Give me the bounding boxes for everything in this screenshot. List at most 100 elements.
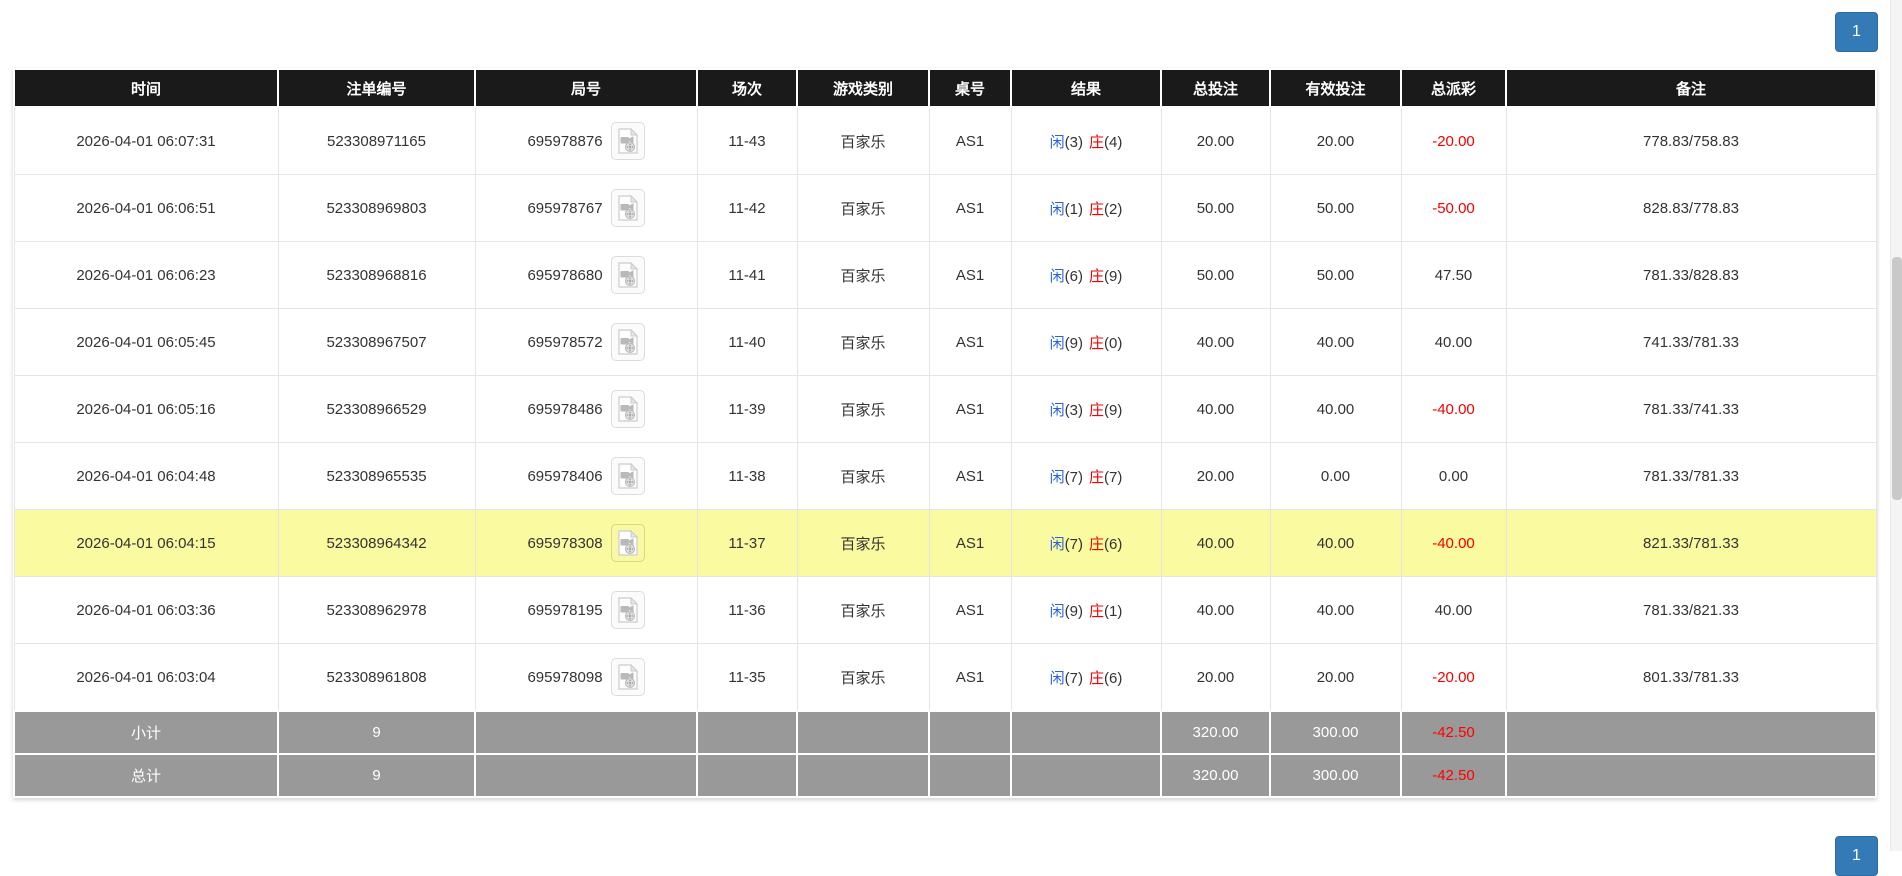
cell-time: 2026-04-01 06:06:51	[13, 174, 279, 242]
cell-valid-bet: 40.00	[1269, 308, 1402, 376]
cell-game-type: 百家乐	[796, 576, 930, 644]
col-header-round: 局号	[474, 68, 698, 108]
video-file-icon	[617, 329, 638, 355]
cell-total-bet: 40.00	[1160, 509, 1271, 577]
cell-remark: 781.33/781.33	[1505, 442, 1877, 510]
cell-table-no: AS1	[928, 375, 1012, 443]
cell-round: 695978195	[474, 576, 698, 644]
cell-table-no: AS1	[928, 106, 1012, 175]
result-banker-score: (9)	[1104, 267, 1123, 285]
video-replay-button[interactable]	[610, 256, 645, 294]
result-banker-label: 庄	[1089, 334, 1105, 352]
result-player-score: (7)	[1064, 669, 1083, 687]
cell-result: 闲(1) 庄(2)	[1010, 174, 1162, 242]
round-number: 695978486	[527, 400, 603, 418]
cell-valid-bet: 0.00	[1269, 442, 1402, 510]
result-banker-label: 庄	[1089, 267, 1105, 285]
video-file-icon	[617, 396, 638, 422]
result-player-label: 闲	[1049, 334, 1065, 352]
cell-table-no: AS1	[928, 509, 1012, 577]
total-empty-result	[1010, 753, 1162, 798]
table-body: 2026-04-01 06:07:31 523308971165 6959788…	[13, 106, 1877, 798]
cell-game-type: 百家乐	[796, 308, 930, 376]
total-row: 总计 9 320.00 300.00 -42.50	[13, 753, 1877, 798]
video-replay-button[interactable]	[610, 189, 645, 227]
result-player-score: (9)	[1064, 334, 1083, 352]
result-player-label: 闲	[1049, 267, 1065, 285]
cell-bet-id: 523308971165	[277, 106, 476, 175]
result-player-score: (7)	[1064, 468, 1083, 486]
cell-bet-id: 523308965535	[277, 442, 476, 510]
cell-bet-id: 523308966529	[277, 375, 476, 443]
video-replay-button[interactable]	[610, 323, 645, 361]
cell-round: 695978876	[474, 106, 698, 175]
total-valid-bet: 300.00	[1269, 753, 1402, 798]
result-player-score: (6)	[1064, 267, 1083, 285]
table-row: 2026-04-01 06:05:16 523308966529 6959784…	[13, 375, 1877, 443]
cell-payout: 40.00	[1400, 308, 1507, 376]
table-header: 时间 注单编号 局号 场次 游戏类别 桌号 结果 总投注 有效投注 总派彩 备注	[13, 68, 1877, 108]
subtotal-total-bet: 320.00	[1160, 710, 1271, 755]
result-player-label: 闲	[1049, 401, 1065, 419]
subtotal-empty-table-no	[928, 710, 1012, 755]
cell-total-bet: 50.00	[1160, 174, 1271, 242]
scrollbar-track[interactable]	[1890, 0, 1902, 851]
col-header-payout: 总派彩	[1400, 68, 1507, 108]
cell-remark: 801.33/781.33	[1505, 643, 1877, 712]
subtotal-empty-result	[1010, 710, 1162, 755]
cell-round: 695978767	[474, 174, 698, 242]
col-header-result: 结果	[1010, 68, 1162, 108]
col-header-game-type: 游戏类别	[796, 68, 930, 108]
result-banker-label: 庄	[1089, 200, 1105, 218]
video-replay-button[interactable]	[610, 122, 645, 160]
scrollbar-thumb[interactable]	[1892, 257, 1902, 500]
page-1-button-bottom[interactable]: 1	[1835, 836, 1878, 876]
cell-total-bet: 20.00	[1160, 442, 1271, 510]
cell-session: 11-40	[696, 308, 798, 376]
cell-result: 闲(7) 庄(7)	[1010, 442, 1162, 510]
subtotal-empty-remark	[1505, 710, 1877, 755]
subtotal-payout: -42.50	[1400, 710, 1507, 755]
cell-table-no: AS1	[928, 308, 1012, 376]
video-replay-button[interactable]	[610, 457, 645, 495]
page-1-button[interactable]: 1	[1835, 12, 1878, 52]
col-header-remark: 备注	[1505, 68, 1877, 108]
round-number: 695978195	[527, 601, 603, 619]
cell-time: 2026-04-01 06:05:16	[13, 375, 279, 443]
cell-payout: -40.00	[1400, 509, 1507, 577]
result-player-score: (3)	[1064, 133, 1083, 151]
round-number: 695978767	[527, 199, 603, 217]
video-file-icon	[617, 664, 638, 690]
cell-payout: 0.00	[1400, 442, 1507, 510]
cell-game-type: 百家乐	[796, 442, 930, 510]
cell-time: 2026-04-01 06:03:04	[13, 643, 279, 712]
total-label: 总计	[13, 753, 279, 798]
video-replay-button[interactable]	[610, 390, 645, 428]
cell-session: 11-42	[696, 174, 798, 242]
video-file-icon	[617, 128, 638, 154]
video-replay-button[interactable]	[610, 524, 645, 562]
pagination-top: 1	[1835, 12, 1878, 52]
video-replay-button[interactable]	[610, 591, 645, 629]
cell-result: 闲(6) 庄(9)	[1010, 241, 1162, 309]
result-banker-score: (6)	[1104, 669, 1123, 687]
subtotal-empty-game-type	[796, 710, 930, 755]
video-file-icon	[617, 262, 638, 288]
total-total-bet: 320.00	[1160, 753, 1271, 798]
cell-game-type: 百家乐	[796, 643, 930, 712]
cell-payout: 47.50	[1400, 241, 1507, 309]
result-player-label: 闲	[1049, 200, 1065, 218]
video-replay-button[interactable]	[610, 658, 645, 696]
subtotal-empty-round	[474, 710, 698, 755]
cell-time: 2026-04-01 06:05:45	[13, 308, 279, 376]
cell-remark: 828.83/778.83	[1505, 174, 1877, 242]
col-header-time: 时间	[13, 68, 279, 108]
cell-game-type: 百家乐	[796, 509, 930, 577]
cell-total-bet: 20.00	[1160, 106, 1271, 175]
round-number: 695978680	[527, 266, 603, 284]
cell-valid-bet: 40.00	[1269, 375, 1402, 443]
cell-result: 闲(9) 庄(1)	[1010, 576, 1162, 644]
cell-payout: -40.00	[1400, 375, 1507, 443]
table-row: 2026-04-01 06:04:48 523308965535 6959784…	[13, 442, 1877, 510]
subtotal-label: 小计	[13, 710, 279, 755]
